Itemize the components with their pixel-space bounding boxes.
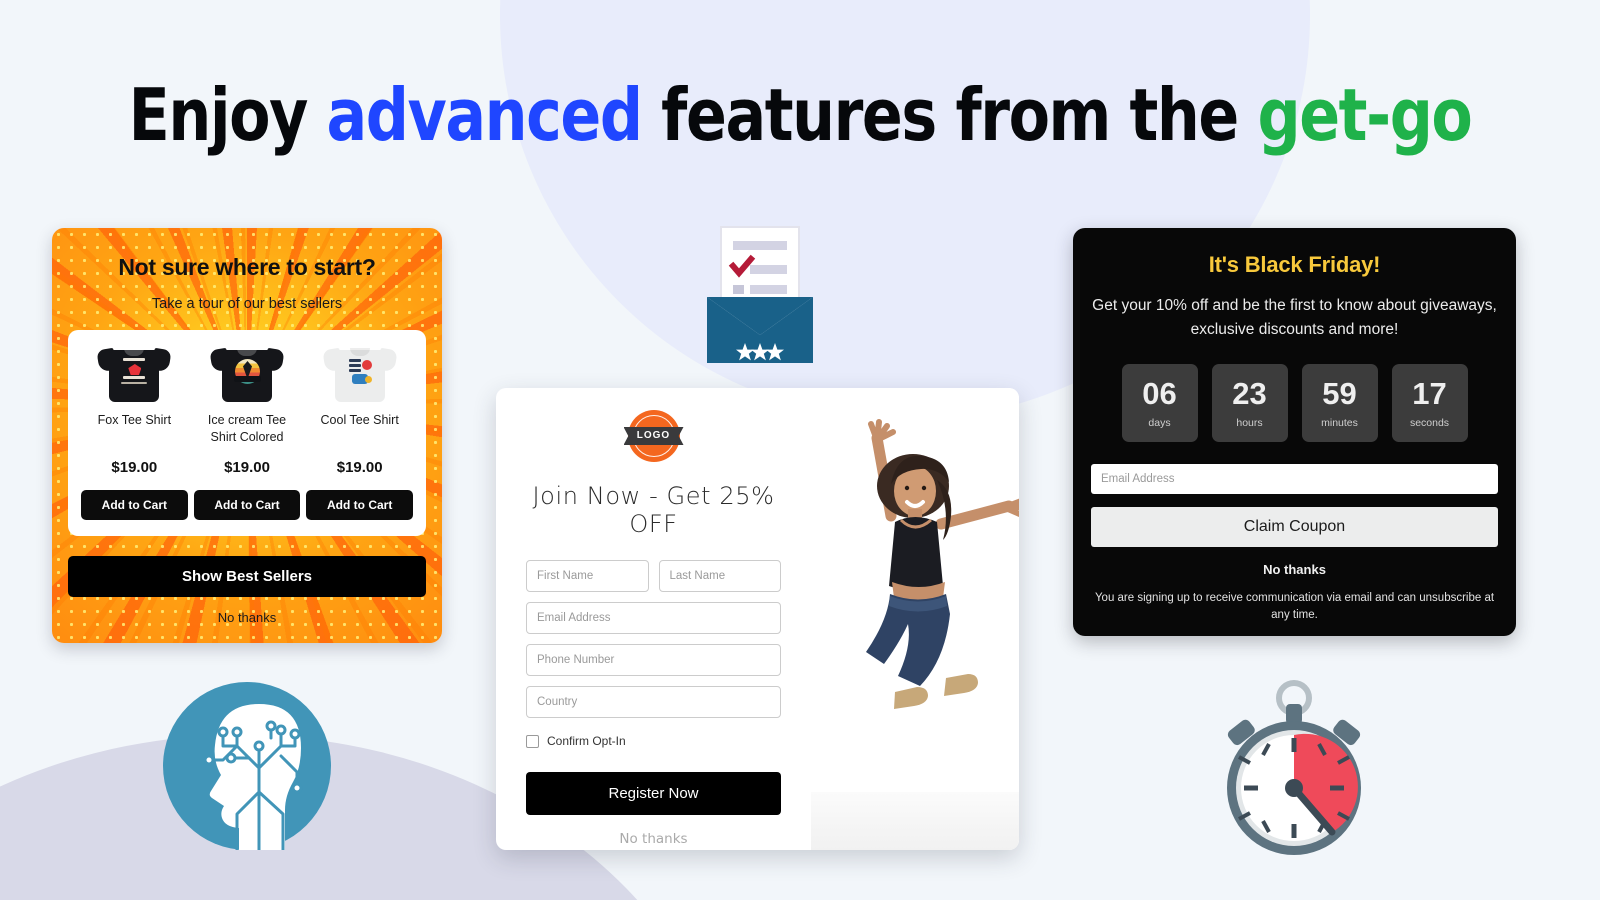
no-thanks-link[interactable]: No thanks — [52, 610, 442, 625]
add-to-cart-button[interactable]: Add to Cart — [81, 490, 188, 520]
countdown-minutes-value: 59 — [1322, 375, 1357, 411]
product-name: Cool Tee Shirt — [320, 413, 399, 427]
product-price: $19.00 — [111, 459, 158, 476]
phone-input[interactable] — [526, 644, 781, 676]
registration-hero-image — [811, 388, 1019, 850]
best-sellers-subtitle: Take a tour of our best sellers — [151, 296, 343, 312]
black-friday-email-input[interactable] — [1091, 464, 1498, 495]
countdown-seconds: 17 seconds — [1391, 364, 1468, 443]
countdown-timer: 06 days 23 hours 59 minutes 17 seconds — [1091, 364, 1498, 443]
claim-coupon-button[interactable]: Claim Coupon — [1091, 507, 1498, 548]
black-friday-title: It's Black Friday! — [1208, 252, 1381, 277]
email-input[interactable] — [526, 602, 781, 634]
countdown-hours: 23 hours — [1211, 364, 1288, 443]
countdown-seconds-value: 17 — [1412, 375, 1447, 411]
logo-badge-icon: LOGO — [623, 410, 684, 462]
product-price: $19.00 — [224, 459, 270, 476]
optin-row[interactable]: Confirm Opt-In — [526, 734, 781, 748]
stopwatch-icon — [1206, 676, 1382, 856]
show-best-sellers-button[interactable]: Show Best Sellers — [68, 556, 426, 597]
product-card: Ice cream Tee Shirt Colored $19.00 Add t… — [191, 344, 304, 520]
countdown-hours-label: hours — [1236, 416, 1263, 429]
registration-title: Join Now - Get 25% OFF — [532, 482, 775, 538]
headline-accent-advanced: advanced — [326, 73, 644, 157]
black-fox-tee-shirt-image — [96, 344, 172, 402]
confirm-optin-checkbox[interactable] — [526, 734, 539, 748]
best-sellers-content: Not sure where to start? Take a tour of … — [52, 228, 442, 536]
register-now-button[interactable]: Register Now — [526, 772, 781, 815]
countdown-hours-value: 23 — [1232, 375, 1267, 411]
add-to-cart-button[interactable]: Add to Cart — [193, 490, 301, 520]
registration-form: LOGO Join Now - Get 25% OFF Confirm Opt-… — [496, 388, 811, 850]
logo-ribbon-label: LOGO — [623, 427, 684, 445]
registration-popup: LOGO Join Now - Get 25% OFF Confirm Opt-… — [496, 388, 1019, 850]
countdown-days-value: 06 — [1142, 375, 1177, 411]
product-card: Fox Tee Shirt $19.00 Add to Cart — [78, 344, 191, 520]
black-friday-subtitle: Get your 10% off and be the first to kno… — [1092, 297, 1497, 339]
no-thanks-link[interactable]: No thanks — [1091, 562, 1498, 577]
envelope-checklist-icon — [705, 225, 815, 365]
confirm-optin-label: Confirm Opt-In — [547, 734, 626, 748]
product-list: Fox Tee Shirt $19.00 Add to Cart Ice cre… — [68, 330, 426, 536]
countdown-minutes: 59 minutes — [1301, 364, 1378, 443]
countdown-seconds-label: seconds — [1409, 416, 1450, 429]
last-name-input[interactable] — [658, 560, 781, 592]
page-root: Enjoy advanced features from the get-go … — [0, 0, 1600, 900]
headline-accent-getgo: get-go — [1257, 73, 1472, 157]
black-friday-popup: It's Black Friday! Get your 10% off and … — [1073, 228, 1516, 636]
jumping-woman-photo — [866, 419, 1019, 709]
headline-part-2: features from the — [641, 73, 1258, 157]
country-input[interactable] — [526, 686, 781, 718]
name-field-row — [526, 560, 781, 592]
add-to-cart-button[interactable]: Add to Cart — [306, 490, 414, 520]
product-price: $19.00 — [336, 459, 383, 476]
no-thanks-link[interactable]: No thanks — [526, 831, 781, 847]
headline-part-1: Enjoy — [128, 73, 327, 157]
white-cool-tee-shirt-image — [322, 344, 398, 402]
best-sellers-popup: Not sure where to start? Take a tour of … — [52, 228, 442, 643]
product-card: Cool Tee Shirt $19.00 Add to Cart — [303, 344, 416, 520]
first-name-input[interactable] — [526, 560, 649, 592]
black-icecream-tee-shirt-image — [209, 344, 285, 402]
page-title: Enjoy advanced features from the get-go — [56, 77, 1544, 154]
best-sellers-title: Not sure where to start? — [118, 254, 376, 280]
product-name: Fox Tee Shirt — [97, 413, 172, 427]
countdown-days-label: days — [1148, 416, 1171, 429]
black-friday-disclaimer: You are signing up to receive communicat… — [1094, 592, 1495, 622]
ai-brain-circuit-icon — [163, 682, 331, 852]
countdown-minutes-label: minutes — [1321, 416, 1358, 429]
countdown-days: 06 days — [1121, 364, 1198, 443]
product-name: Ice cream Tee Shirt Colored — [207, 413, 287, 444]
